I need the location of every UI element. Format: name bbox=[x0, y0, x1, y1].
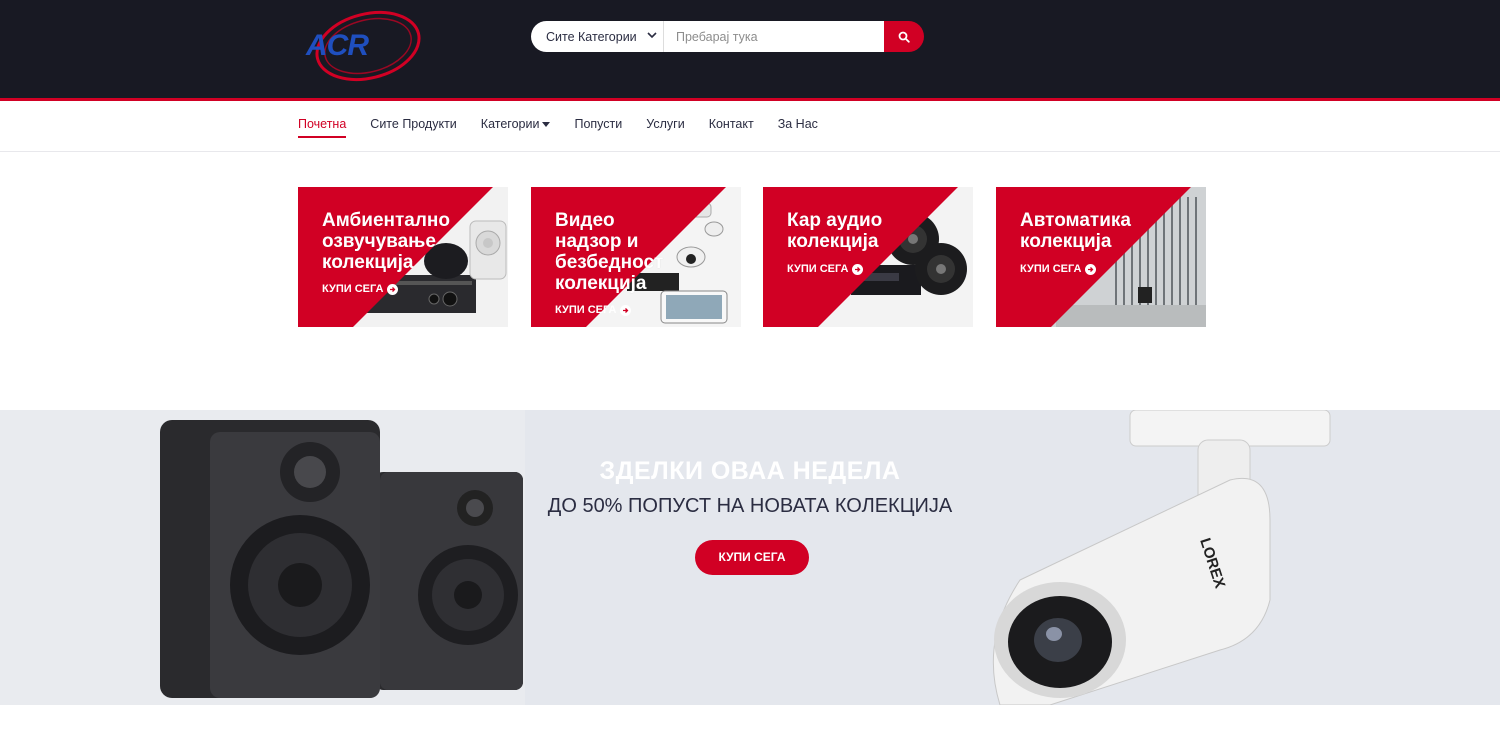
search-input[interactable] bbox=[664, 21, 884, 52]
logo-text: ACR bbox=[305, 29, 369, 62]
nav-item-services[interactable]: Услуги bbox=[646, 110, 684, 138]
speakers-image bbox=[160, 420, 523, 698]
collection-ambient-audio[interactable]: Амбиентално озвучување колекција КУПИ СЕ… bbox=[298, 187, 508, 327]
deal-shop-now-button[interactable]: КУПИ СЕГА bbox=[695, 540, 809, 575]
collection-cta[interactable]: КУПИ СЕГА bbox=[322, 283, 399, 295]
nav-item-all-products[interactable]: Сите Продукти bbox=[370, 110, 457, 138]
nav-item-contact[interactable]: Контакт bbox=[709, 110, 754, 138]
security-camera-image: LOREX bbox=[992, 410, 1331, 705]
category-select[interactable]: Сите Категории bbox=[531, 21, 664, 52]
collection-cta[interactable]: КУПИ СЕГА bbox=[787, 263, 864, 275]
nav-item-discounts[interactable]: Попусти bbox=[574, 110, 622, 138]
collection-cta-label: КУПИ СЕГА bbox=[1020, 263, 1082, 275]
arrow-right-icon bbox=[1085, 263, 1097, 275]
collection-image bbox=[763, 187, 973, 327]
nav-item-home[interactable]: Почетна bbox=[298, 110, 347, 138]
arrow-right-icon bbox=[387, 283, 399, 295]
nav-item-about[interactable]: За Нас bbox=[778, 110, 818, 138]
top-header: ACR Сите Категории bbox=[0, 0, 1500, 98]
collection-title: Амбиентално озвучување колекција bbox=[322, 210, 451, 273]
collection-cta-label: КУПИ СЕГА bbox=[322, 283, 384, 295]
site-logo[interactable]: ACR bbox=[298, 8, 438, 84]
collection-car-audio[interactable]: Кар аудио колекција КУПИ СЕГА bbox=[763, 187, 973, 327]
collection-cta-label: КУПИ СЕГА bbox=[555, 304, 617, 316]
arrow-right-icon bbox=[620, 304, 632, 316]
nav-item-categories[interactable]: Категории bbox=[481, 110, 551, 138]
nav-divider bbox=[0, 151, 1500, 152]
collection-title: Видео надзор и безбедност колекција bbox=[555, 210, 664, 294]
collection-image bbox=[996, 187, 1206, 327]
collection-cta[interactable]: КУПИ СЕГА bbox=[555, 304, 632, 316]
search-icon bbox=[898, 31, 910, 43]
main-nav: Почетна Сите Продукти Категории Попусти … bbox=[298, 110, 842, 140]
header-accent-line bbox=[0, 98, 1500, 101]
collection-title: Кар аудио колекција bbox=[787, 210, 883, 252]
category-select-value: Сите Категории bbox=[546, 29, 637, 44]
search-bar: Сите Категории bbox=[531, 21, 924, 52]
caret-down-icon bbox=[542, 122, 551, 128]
chevron-down-icon bbox=[647, 32, 657, 39]
deal-title: ЗДЕЛКИ ОВАА НЕДЕЛА bbox=[599, 457, 901, 485]
collection-video-surveillance[interactable]: Видео надзор и безбедност колекција КУПИ… bbox=[531, 187, 741, 327]
deal-subtitle: ДО 50% ПОПУСТ НА НОВАТА КОЛЕКЦИЈА bbox=[547, 495, 953, 517]
search-button[interactable] bbox=[884, 21, 924, 52]
arrow-right-icon bbox=[852, 263, 864, 275]
nav-item-categories-label: Категории bbox=[480, 117, 540, 131]
collection-title: Автоматика колекција bbox=[1020, 210, 1131, 252]
collection-cta-label: КУПИ СЕГА bbox=[787, 263, 849, 275]
collection-cta[interactable]: КУПИ СЕГА bbox=[1020, 263, 1097, 275]
collection-automation[interactable]: Автоматика колекција КУПИ СЕГА bbox=[996, 187, 1206, 327]
hot-deal-section: LOREX ЗДЕЛКИ ОВАА НЕДЕЛА ДО 50% ПОПУСТ Н… bbox=[0, 410, 1500, 705]
